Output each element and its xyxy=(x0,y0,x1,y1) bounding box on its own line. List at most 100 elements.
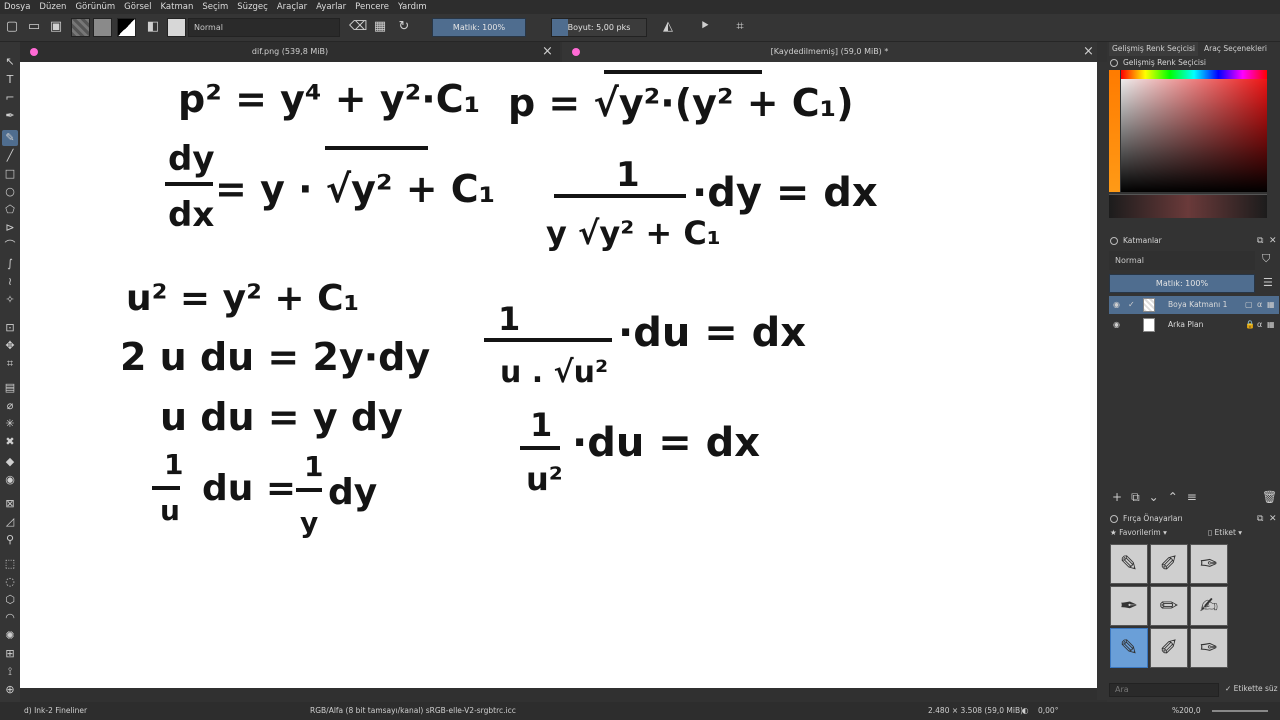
ellipse-tool-icon[interactable]: ○ xyxy=(2,184,18,200)
move-down-icon[interactable]: ⌄ xyxy=(1149,490,1168,504)
bezier-select-icon[interactable]: ⟟ xyxy=(2,664,18,680)
rotate-icon[interactable]: ◐ xyxy=(1022,702,1029,720)
blend-mode-select[interactable]: Normal xyxy=(188,18,340,37)
eye-icon[interactable]: ◉ xyxy=(1113,296,1120,314)
eye-icon[interactable]: ◉ xyxy=(1113,316,1120,334)
alpha-lock-icon[interactable]: ▦ xyxy=(372,19,388,35)
gradient-swatch[interactable] xyxy=(71,18,90,37)
assistant-tool-icon[interactable]: ✖ xyxy=(2,434,18,450)
brush-preset[interactable]: ✎ xyxy=(1110,544,1148,584)
line-tool-icon[interactable]: ╱ xyxy=(2,148,18,164)
polyline-tool-icon[interactable]: ⊳ xyxy=(2,220,18,236)
menu-tools[interactable]: Araçlar xyxy=(277,2,307,12)
drawing-canvas[interactable]: p² = y⁴ + y²·C₁ p = √y²·(y² + C₁) dy dx … xyxy=(20,62,1097,688)
brush-preset[interactable]: ✐ xyxy=(1150,628,1188,668)
float-panel-icon[interactable]: ⧉ xyxy=(1257,512,1263,526)
add-layer-icon[interactable]: + xyxy=(1112,490,1131,504)
brush-search-input[interactable]: Ara xyxy=(1109,683,1219,697)
polygon-tool-icon[interactable]: ⬠ xyxy=(2,202,18,218)
opacity-slider[interactable]: Matlık: 100% xyxy=(432,18,526,37)
color-picker-square[interactable] xyxy=(1121,70,1267,192)
close-icon[interactable]: × xyxy=(1083,42,1094,62)
menu-settings[interactable]: Ayarlar xyxy=(316,2,346,12)
move-tool-icon[interactable]: ✥ xyxy=(2,338,18,354)
layer-row[interactable]: ◉ Arka Plan 🔒 α ▦ xyxy=(1109,316,1279,334)
save-icon[interactable]: ▣ xyxy=(48,19,64,35)
favorites-select[interactable]: ★ Favorilerim ▾ xyxy=(1110,528,1167,537)
new-document-icon[interactable]: ▢ xyxy=(4,19,20,35)
menu-image[interactable]: Görsel xyxy=(124,2,151,12)
inherit-alpha-icon[interactable]: ▦ xyxy=(1267,316,1275,334)
reset-colors-icon[interactable]: ◧ xyxy=(145,19,161,35)
layer-blend-select[interactable]: Normal xyxy=(1109,251,1255,270)
assistant-grid-icon[interactable]: ⊠ xyxy=(2,496,18,512)
dynamic-brush-icon[interactable]: ≀ xyxy=(2,274,18,290)
filter-in-tag-checkbox[interactable]: ✓ Etikette süz xyxy=(1225,684,1278,693)
freehand-brush-icon[interactable]: ✎ xyxy=(2,130,18,146)
brush-preset[interactable]: ✑ xyxy=(1190,628,1228,668)
check-icon[interactable]: ✓ xyxy=(1128,296,1135,314)
inherit-alpha-icon[interactable]: ▦ xyxy=(1267,296,1275,314)
bezier-tool-icon[interactable]: ⌒ xyxy=(2,238,18,254)
text-tool-icon[interactable]: T xyxy=(2,72,18,88)
vertical-scrollbar[interactable] xyxy=(1097,62,1107,700)
enclose-fill-icon[interactable]: ◉ xyxy=(2,472,18,488)
polygon-select-icon[interactable]: ⬡ xyxy=(2,592,18,608)
freehand-select-icon[interactable]: ◠ xyxy=(2,610,18,626)
zoom-slider[interactable] xyxy=(1212,710,1268,712)
menu-window[interactable]: Pencere xyxy=(355,2,389,12)
delete-layer-icon[interactable]: 🗑 xyxy=(1262,490,1280,504)
freehand-path-icon[interactable]: ∫ xyxy=(2,256,18,272)
select-shapes-icon[interactable]: ↖ xyxy=(2,54,18,70)
properties-icon[interactable]: ≡ xyxy=(1187,490,1206,504)
menu-edit[interactable]: Düzen xyxy=(39,2,66,12)
close-icon[interactable]: ✕ xyxy=(1269,512,1277,526)
gradient-tool-icon[interactable]: ▤ xyxy=(2,380,18,396)
tab-tool-options[interactable]: Araç Seçenekleri xyxy=(1201,42,1270,56)
duplicate-layer-icon[interactable]: ⧉ xyxy=(1131,490,1149,504)
rect-select-icon[interactable]: ⬚ xyxy=(2,556,18,572)
size-slider[interactable]: Boyut: 5,00 pks xyxy=(551,18,647,37)
brush-preset[interactable]: ✒ xyxy=(1110,586,1148,626)
brush-preset[interactable]: ✐ xyxy=(1150,544,1188,584)
wrap-around-icon[interactable]: ⌗ xyxy=(732,19,748,35)
calligraphy-icon[interactable]: ✒ xyxy=(2,108,18,124)
fg-bg-color-swatch[interactable] xyxy=(117,18,136,37)
lock-icon[interactable]: 🔒 xyxy=(1245,316,1255,334)
color-picker-icon[interactable]: ⌀ xyxy=(2,398,18,414)
tab-dif-png[interactable]: dif.png (539,8 MiB) × xyxy=(20,42,560,62)
smart-patch-icon[interactable]: ✳ xyxy=(2,416,18,432)
menu-help[interactable]: Yardım xyxy=(398,2,427,12)
brush-preset[interactable]: ✏ xyxy=(1150,586,1188,626)
menu-filter[interactable]: Süzgeç xyxy=(237,2,268,12)
pattern-swatch[interactable] xyxy=(93,18,112,37)
measure-tool-icon[interactable]: ◿ xyxy=(2,514,18,530)
float-panel-icon[interactable]: ⧉ xyxy=(1257,234,1263,248)
close-icon[interactable]: × xyxy=(542,42,553,62)
menu-view[interactable]: Görünüm xyxy=(75,2,115,12)
eraser-icon[interactable]: ⌫ xyxy=(349,19,367,35)
menu-icon[interactable]: ☰ xyxy=(1263,276,1273,289)
contiguous-select-icon[interactable]: ✺ xyxy=(2,628,18,644)
alpha-icon[interactable]: α xyxy=(1257,316,1262,334)
rectangle-tool-icon[interactable]: □ xyxy=(2,166,18,182)
multibrush-icon[interactable]: ✧ xyxy=(2,292,18,308)
brush-preset-selected[interactable]: ✎ xyxy=(1110,628,1148,668)
reload-icon[interactable]: ↻ xyxy=(396,19,412,35)
brush-preset[interactable]: ✑ xyxy=(1190,544,1228,584)
alpha-icon[interactable]: α xyxy=(1257,296,1262,314)
ellipse-select-icon[interactable]: ◌ xyxy=(2,574,18,590)
filter-icon[interactable]: ⛉ xyxy=(1262,252,1270,266)
tab-advanced-color-selector[interactable]: Gelişmiş Renk Seçicisi xyxy=(1109,42,1198,56)
similar-select-icon[interactable]: ⊞ xyxy=(2,646,18,662)
mirror-vertical-icon[interactable]: ⯈ xyxy=(697,19,713,35)
layer-opacity-slider[interactable]: Matlık: 100% xyxy=(1109,274,1255,293)
shade-selector-strip[interactable] xyxy=(1109,194,1267,218)
transform-tool-icon[interactable]: ⌗ xyxy=(2,356,18,372)
open-folder-icon[interactable]: ▭ xyxy=(26,19,42,35)
menu-layer[interactable]: Katman xyxy=(160,2,193,12)
brush-preset[interactable]: ✍ xyxy=(1190,586,1228,626)
magnetic-select-icon[interactable]: ⊕ xyxy=(2,682,18,698)
color-shade-bar[interactable] xyxy=(1109,70,1120,192)
horizontal-scrollbar[interactable] xyxy=(20,688,1097,700)
